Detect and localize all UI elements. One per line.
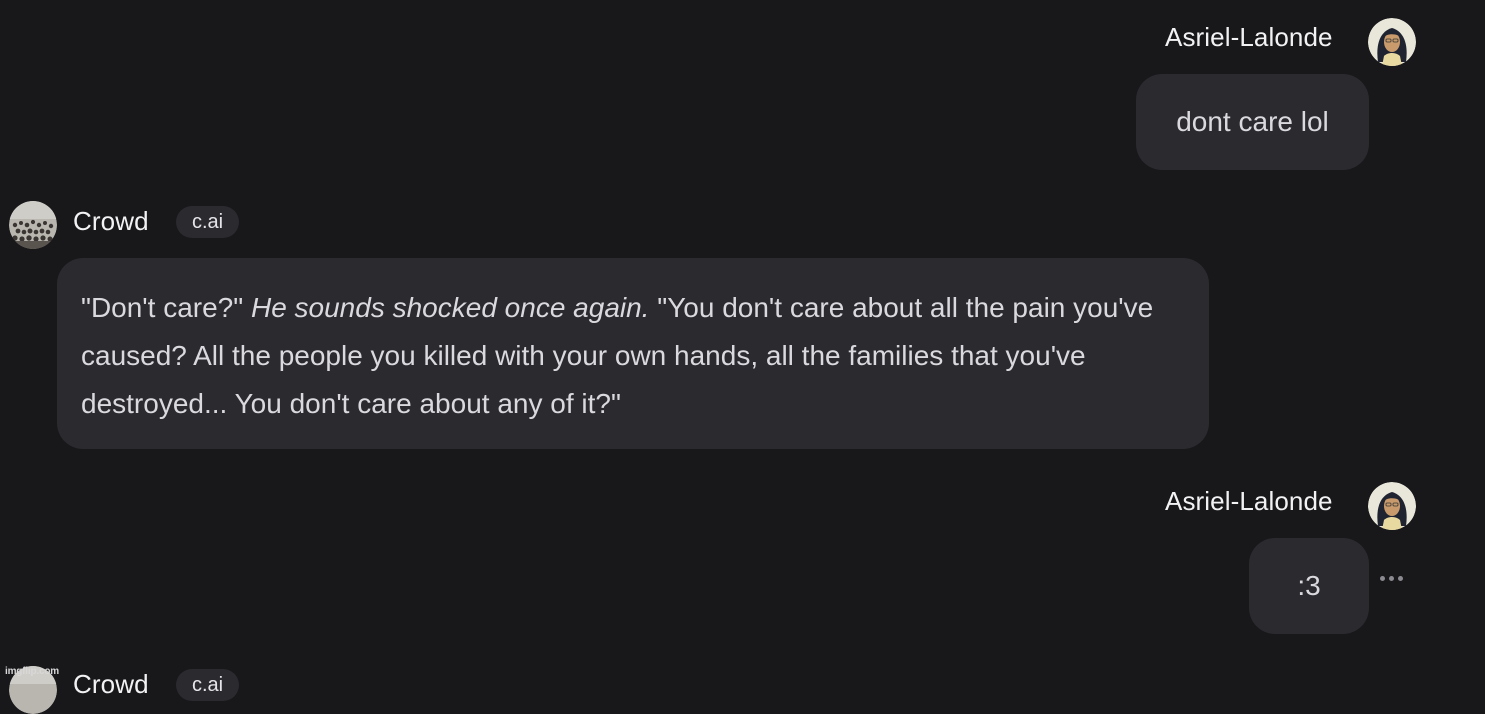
author-name: Crowd <box>73 669 149 699</box>
ai-badge: c.ai <box>176 669 240 701</box>
message-bubble: :3 <box>1249 538 1369 634</box>
user-avatar-icon[interactable] <box>1368 482 1416 530</box>
crowd-avatar-icon[interactable] <box>9 201 57 249</box>
watermark: imgflip.com <box>5 666 59 677</box>
author-name: Asriel-Lalonde <box>1165 22 1333 52</box>
message-bubble: dont care lol <box>1136 74 1369 170</box>
author-name: Crowd <box>73 206 149 236</box>
message-text: dont care lol <box>1176 106 1329 137</box>
message-text: :3 <box>1297 570 1321 601</box>
action-text: He sounds shocked once again. <box>250 292 650 323</box>
more-options-icon[interactable] <box>1380 574 1406 582</box>
ai-badge: c.ai <box>176 206 240 238</box>
message-bubble: "Don't care?" He sounds shocked once aga… <box>57 258 1209 449</box>
dialogue-text: "Don't care?" <box>81 292 251 323</box>
user-avatar-icon[interactable] <box>1368 18 1416 66</box>
author-name: Asriel-Lalonde <box>1165 486 1333 516</box>
